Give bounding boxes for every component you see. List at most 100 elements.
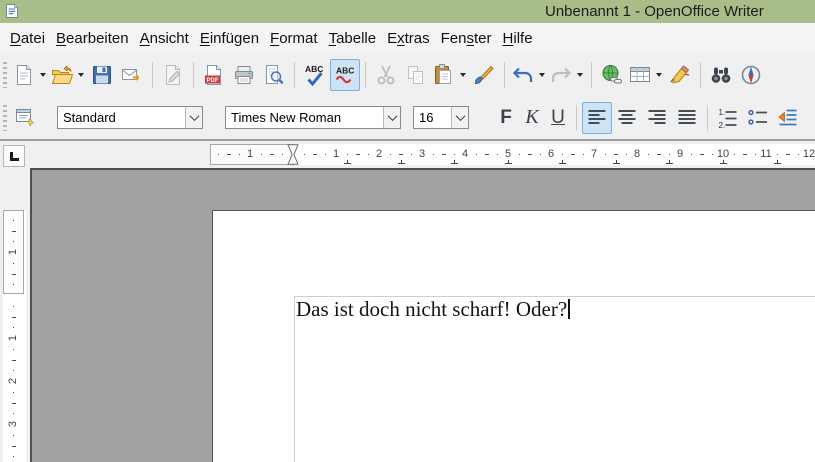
hyperlink-button[interactable] <box>597 59 627 91</box>
font-size-combobox[interactable]: 16 <box>413 106 469 129</box>
italic-button[interactable]: K <box>519 103 545 133</box>
font-size-dropdown-button[interactable] <box>451 107 468 128</box>
navigator-button[interactable] <box>736 59 766 91</box>
table-button[interactable] <box>627 59 665 91</box>
draw-functions-button[interactable] <box>665 59 695 91</box>
hyperlink-icon <box>600 63 624 87</box>
numbered-list-icon: 1. 2. <box>716 106 740 130</box>
document-text-run[interactable]: Das ist doch nicht scharf! Oder? <box>296 297 567 321</box>
paragraph-style-dropdown-button[interactable] <box>185 107 202 128</box>
save-button[interactable] <box>87 59 117 91</box>
font-size-value[interactable]: 16 <box>414 107 451 128</box>
dropdown-caret-icon[interactable] <box>78 72 84 77</box>
document-area: 1 1 2 3 Das ist doch nicht scharf! Oder? <box>0 168 815 462</box>
align-center-button[interactable] <box>612 102 642 134</box>
paragraph-style-combobox[interactable]: Standard <box>57 106 203 129</box>
toolbar-separator <box>193 61 194 88</box>
menu-item-datei[interactable]: Datei <box>5 27 50 50</box>
dropdown-caret-icon[interactable] <box>577 72 583 77</box>
email-icon <box>120 63 144 87</box>
tab-stop-marker <box>505 160 512 164</box>
tab-stop-type-selector[interactable] <box>3 145 25 167</box>
bullet-list-icon <box>746 106 770 130</box>
font-name-value[interactable]: Times New Roman <box>226 107 383 128</box>
ruler-number: 3 <box>418 148 426 160</box>
dropdown-caret-icon[interactable] <box>460 72 466 77</box>
font-name-dropdown-button[interactable] <box>383 107 400 128</box>
dropdown-caret-icon[interactable] <box>656 72 662 77</box>
cut-button <box>371 59 401 91</box>
document-page[interactable]: Das ist doch nicht scharf! Oder? <box>212 210 815 462</box>
edit-file-button <box>158 59 188 91</box>
menu-item-extras[interactable]: Extras <box>382 27 435 50</box>
email-button[interactable] <box>117 59 147 91</box>
menu-item-fenster[interactable]: Fenster <box>436 27 497 50</box>
toolbar-separator <box>576 104 577 131</box>
spellcheck-button[interactable]: ABC <box>300 59 330 91</box>
standard-toolbar-items: PDF ABC ABC <box>11 53 766 96</box>
toolbar-separator <box>504 61 505 88</box>
decrease-indent-button[interactable] <box>773 102 803 134</box>
auto-spellcheck-icon: ABC <box>333 63 357 87</box>
horizontal-ruler[interactable]: 1 1 2 3 4 5 6 7 8 9 10 11 12 <box>210 144 815 165</box>
open-button[interactable] <box>49 59 87 91</box>
dropdown-caret-icon[interactable] <box>539 72 545 77</box>
toolbar-separator <box>591 61 592 88</box>
justify-button[interactable] <box>672 102 702 134</box>
font-name-combobox[interactable]: Times New Roman <box>225 106 401 129</box>
new-document-button[interactable] <box>11 59 49 91</box>
table-icon <box>628 63 652 87</box>
toolbar-grip[interactable] <box>3 61 7 88</box>
bold-button[interactable]: F <box>493 103 519 133</box>
menu-item-hilfe[interactable]: Hilfe <box>498 27 538 50</box>
format-toolbar-items: 1. 2. <box>571 96 803 139</box>
format-paintbrush-button[interactable] <box>469 59 499 91</box>
undo-icon <box>511 63 535 87</box>
paragraph-style-value[interactable]: Standard <box>58 107 185 128</box>
menu-item-einfuegen[interactable]: Einfügen <box>195 27 264 50</box>
undo-button[interactable] <box>510 59 548 91</box>
ruler-bar: 1 1 2 3 4 5 6 7 8 9 10 11 12 <box>0 139 815 168</box>
align-center-icon <box>615 106 639 130</box>
ruler-number: 7 <box>590 148 598 160</box>
ruler-number: 1 <box>246 148 254 160</box>
titlebar: Unbenannt 1 - OpenOffice Writer <box>0 0 815 23</box>
bullet-list-button[interactable] <box>743 102 773 134</box>
align-left-button[interactable] <box>582 101 612 134</box>
ruler-number: 6 <box>547 148 555 160</box>
edit-file-icon <box>161 63 185 87</box>
redo-button <box>548 59 586 91</box>
chevron-down-icon <box>189 111 199 122</box>
vertical-ruler[interactable]: 1 1 2 3 <box>3 210 26 462</box>
ruler-number: 2 <box>375 148 383 160</box>
find-replace-button[interactable] <box>706 59 736 91</box>
styles-window-icon <box>14 106 38 130</box>
writer-app-icon[interactable] <box>4 3 20 19</box>
numbered-list-button[interactable]: 1. 2. <box>713 102 743 134</box>
window-title: Unbenannt 1 - OpenOffice Writer <box>545 3 764 20</box>
indent-marker-icon[interactable] <box>286 144 300 170</box>
svg-text:PDF: PDF <box>207 77 219 83</box>
export-pdf-button[interactable]: PDF <box>199 59 229 91</box>
chevron-down-icon <box>455 111 465 122</box>
dropdown-caret-icon[interactable] <box>40 72 46 77</box>
paste-button[interactable] <box>431 59 469 91</box>
page-preview-button[interactable] <box>259 59 289 91</box>
toolbar-grip[interactable] <box>3 104 7 131</box>
menu-item-bearbeiten[interactable]: Bearbeiten <box>51 27 134 50</box>
menu-item-ansicht[interactable]: Ansicht <box>135 27 194 50</box>
ruler-number: 1 <box>7 334 19 342</box>
ruler-number: 3 <box>7 420 19 428</box>
document-text[interactable]: Das ist doch nicht scharf! Oder? <box>296 297 571 321</box>
underline-button[interactable]: U <box>545 103 571 133</box>
tab-stop-marker <box>451 160 459 164</box>
page-preview-icon <box>262 63 286 87</box>
styles-window-button[interactable] <box>11 102 41 134</box>
align-right-button[interactable] <box>642 102 672 134</box>
menu-item-format[interactable]: Format <box>265 27 323 50</box>
print-button[interactable] <box>229 59 259 91</box>
workspace-background[interactable]: Das ist doch nicht scharf! Oder? <box>30 168 815 462</box>
auto-spellcheck-button[interactable]: ABC <box>330 58 360 91</box>
menu-item-tabelle[interactable]: Tabelle <box>324 27 382 50</box>
svg-text:1.: 1. <box>719 108 726 117</box>
